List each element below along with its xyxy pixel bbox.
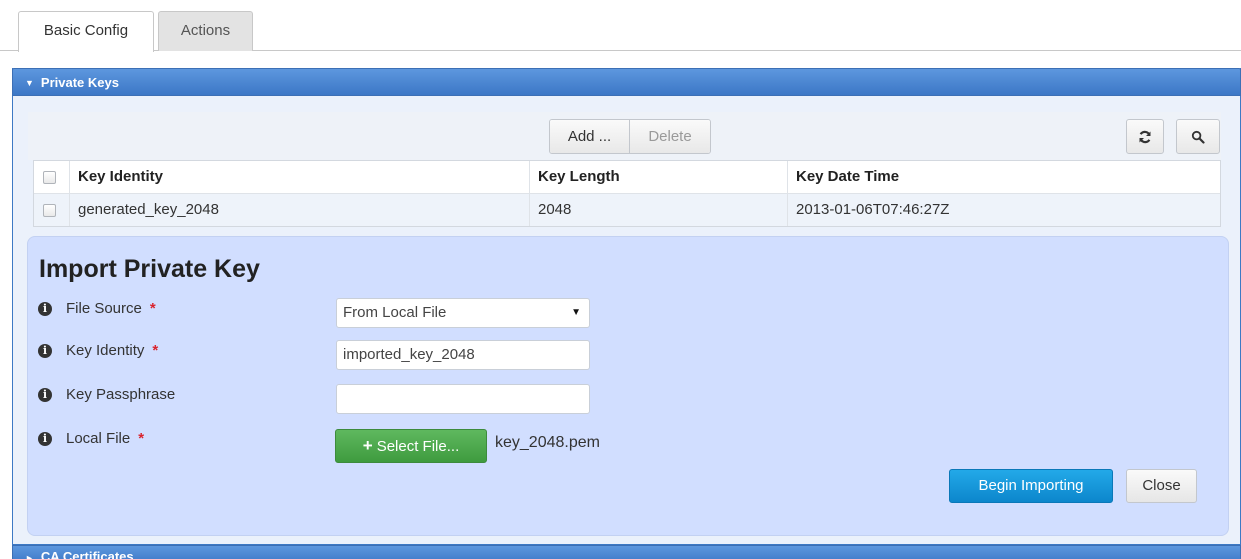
info-icon[interactable]: i <box>38 387 52 402</box>
ca-certificates-panel-header[interactable]: ► CA Certificates <box>12 545 1241 559</box>
plus-icon: + <box>362 436 373 455</box>
refresh-icon <box>1139 130 1151 143</box>
header-checkbox-cell <box>34 161 69 193</box>
selected-filename: key_2048.pem <box>495 434 600 451</box>
ca-certificates-title: CA Certificates <box>40 549 134 559</box>
key-passphrase-label: i Key Passphrase <box>38 386 175 403</box>
delete-button[interactable]: Delete <box>630 120 710 153</box>
add-delete-button-group: Add ... Delete <box>549 119 711 154</box>
caret-down-icon: ▼ <box>25 78 34 88</box>
search-button[interactable] <box>1176 119 1220 154</box>
file-source-label: i File Source * <box>38 300 156 317</box>
private-keys-table: Key Identity Key Length Key Date Time ge… <box>33 160 1221 227</box>
column-header-key-identity[interactable]: Key Identity <box>69 161 529 193</box>
row-checkbox-cell <box>34 194 69 226</box>
key-identity-label-text: Key Identity <box>66 342 145 359</box>
caret-right-icon: ► <box>25 553 34 559</box>
tab-bar: Basic Config Actions <box>0 0 1241 52</box>
file-source-selected-value: From Local File <box>343 304 447 321</box>
key-identity-label: i Key Identity * <box>38 342 158 359</box>
refresh-button[interactable] <box>1126 119 1164 154</box>
required-marker: * <box>138 430 145 447</box>
key-identity-input[interactable]: imported_key_2048 <box>336 340 590 370</box>
info-icon[interactable]: i <box>38 343 52 358</box>
required-marker: * <box>152 342 159 359</box>
cell-key-identity: generated_key_2048 <box>69 194 529 226</box>
cell-key-length: 2048 <box>529 194 787 226</box>
info-icon[interactable]: i <box>38 301 52 316</box>
required-marker: * <box>149 300 156 317</box>
dropdown-arrow-icon: ▼ <box>571 307 581 318</box>
row-checkbox[interactable] <box>43 204 56 217</box>
panel-title: Private Keys <box>40 75 119 90</box>
info-icon[interactable]: i <box>38 431 52 446</box>
tab-actions[interactable]: Actions <box>158 11 253 51</box>
local-file-label-text: Local File <box>66 430 131 447</box>
select-all-checkbox[interactable] <box>43 171 56 184</box>
cell-key-date-time: 2013-01-06T07:46:27Z <box>787 194 1220 226</box>
begin-importing-button[interactable]: Begin Importing <box>949 469 1113 503</box>
add-button[interactable]: Add ... <box>550 120 630 153</box>
column-header-key-length[interactable]: Key Length <box>529 161 787 193</box>
column-header-key-date-time[interactable]: Key Date Time <box>787 161 1220 193</box>
key-passphrase-input[interactable] <box>336 384 590 414</box>
private-keys-panel-header[interactable]: ▼ Private Keys <box>12 68 1241 96</box>
key-passphrase-label-text: Key Passphrase <box>66 386 176 403</box>
file-source-select[interactable]: From Local File ▼ <box>336 298 590 328</box>
select-file-label: Select File... <box>376 438 460 455</box>
file-source-label-text: File Source <box>66 300 142 317</box>
close-button[interactable]: Close <box>1126 469 1197 503</box>
form-title: Import Private Key <box>39 255 260 283</box>
table-row[interactable]: generated_key_2048 2048 2013-01-06T07:46… <box>34 194 1220 226</box>
local-file-label: i Local File * <box>38 430 144 447</box>
select-file-button[interactable]: + Select File... <box>335 429 487 463</box>
table-header-row: Key Identity Key Length Key Date Time <box>34 161 1220 194</box>
search-icon <box>1191 130 1205 144</box>
tab-basic-config[interactable]: Basic Config <box>18 11 154 52</box>
